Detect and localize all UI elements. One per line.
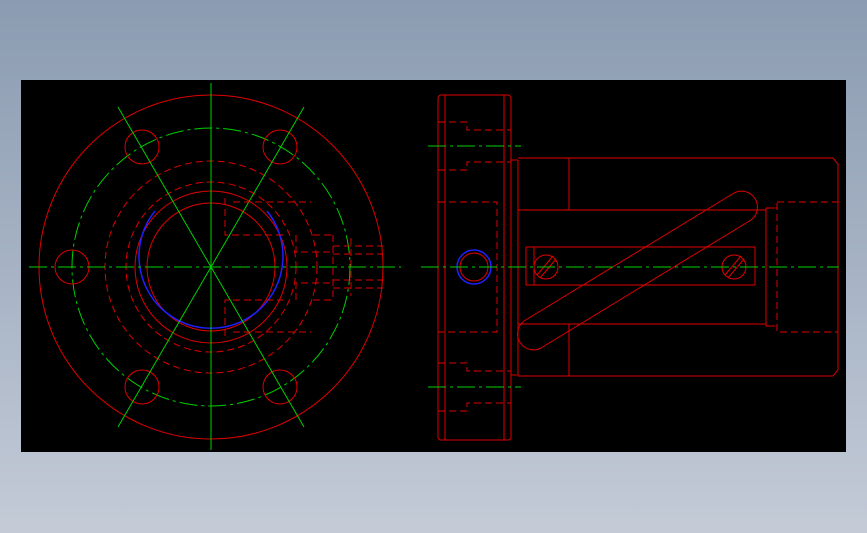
bolt-hole	[262, 129, 298, 165]
bolt-hole	[124, 129, 160, 165]
cad-drawing-canvas: .red { stroke: #e00000; fill: none; stro…	[29, 83, 839, 450]
slotted-bar	[525, 246, 756, 286]
front-view	[29, 83, 401, 450]
bolt-hole	[124, 369, 160, 405]
cad-drawing-viewport[interactable]: .red { stroke: #e00000; fill: none; stro…	[21, 80, 846, 452]
bolt-hole	[262, 369, 298, 405]
diagonal-slot	[517, 190, 758, 351]
side-view	[421, 94, 839, 441]
